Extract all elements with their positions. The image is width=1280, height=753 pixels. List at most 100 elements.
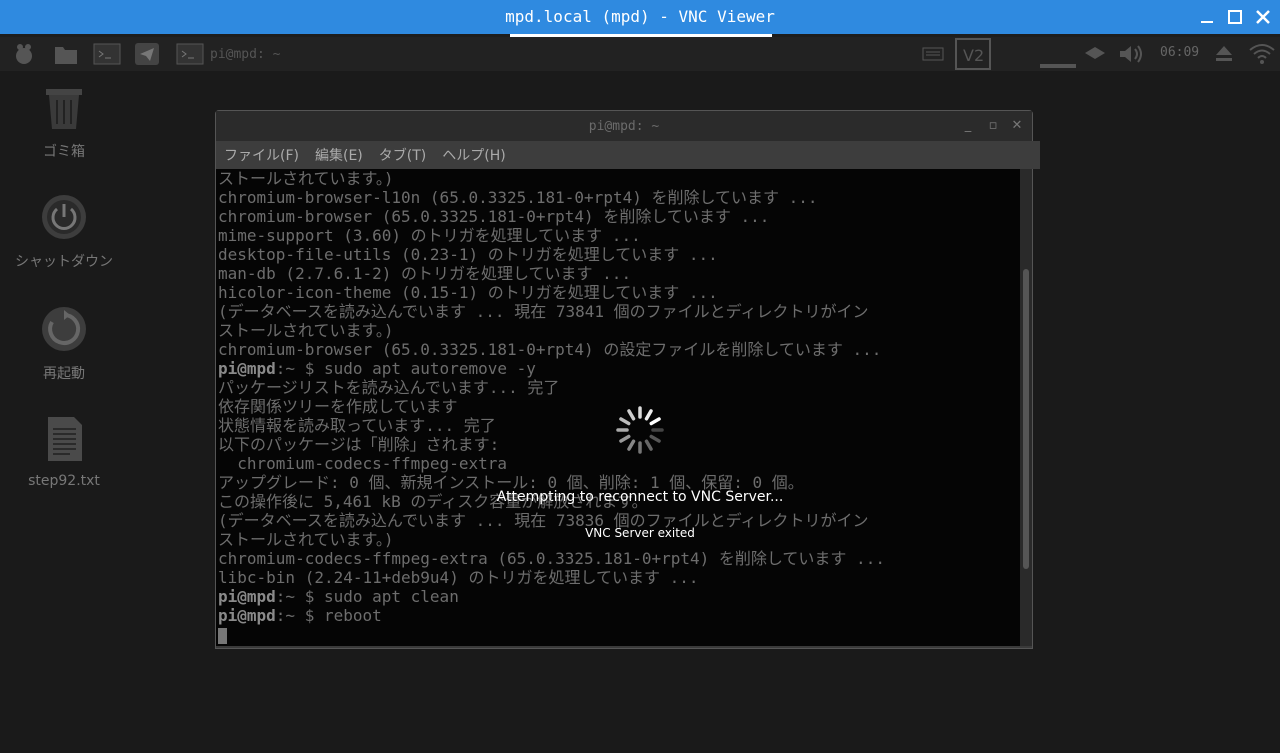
terminal-line: man-db (2.7.6.1-2) のトリガを処理しています ... <box>216 264 1020 283</box>
desktop-shutdown[interactable]: シャットダウン <box>14 193 114 271</box>
terminal-line-text: :~ $ reboot <box>275 606 382 625</box>
terminal-line-text: :~ $ sudo apt clean <box>275 587 459 606</box>
telegram-icon[interactable] <box>133 41 161 67</box>
spinner-segment <box>649 434 661 443</box>
terminal-line-text: libc-bin (2.24-11+deb9u4) のトリガを処理しています .… <box>218 568 699 587</box>
terminal-line-text: 状態情報を読み取っています... 完了 <box>218 416 496 435</box>
terminal-window[interactable]: pi@mpd: ~ _ ▫ ✕ ファイル(F) 編集(E) タブ(T) ヘルプ(… <box>215 110 1040 649</box>
terminal-line-text: (データベースを読み込んでいます ... 現在 73841 個のファイルとディレ… <box>218 302 869 321</box>
terminal-scrollbar[interactable] <box>1020 169 1032 646</box>
desktop-trash[interactable]: ゴミ箱 <box>14 83 114 161</box>
terminal-maximize-icon[interactable]: ▫ <box>986 118 1000 133</box>
prompt-user: pi@mpd <box>218 359 276 378</box>
server-exit-message: VNC Server exited <box>585 526 695 540</box>
terminal-line: desktop-file-utils (0.23-1) のトリガを処理しています… <box>216 245 1020 264</box>
remote-desktop[interactable]: pi@mpd: ~ V2 06:09 ゴミ箱 シャットダウン 再起動 step9… <box>0 37 1280 753</box>
terminal-titlebar[interactable]: pi@mpd: ~ _ ▫ ✕ <box>216 111 1032 141</box>
desktop-icon-label: step92.txt <box>28 473 100 489</box>
spinner-segment <box>619 434 631 443</box>
terminal-line: pi@mpd:~ $ sudo apt clean <box>216 587 1020 606</box>
menu-tabs[interactable]: タブ(T) <box>379 145 426 165</box>
desktop-text-file[interactable]: step92.txt <box>14 415 114 489</box>
terminal-line: chromium-browser (65.0.3325.181-0+rpt4) … <box>216 207 1020 226</box>
desktop-icon-label: 再起動 <box>43 366 85 382</box>
svg-text:V2: V2 <box>963 46 984 65</box>
terminal-line-text: man-db (2.7.6.1-2) のトリガを処理しています ... <box>218 264 632 283</box>
reconnect-message: Attempting to reconnect to VNC Server... <box>496 489 784 505</box>
text-file-icon <box>48 417 82 461</box>
terminal-line-text: desktop-file-utils (0.23-1) のトリガを処理しています… <box>218 245 718 264</box>
spinner-segment <box>649 417 661 426</box>
terminal-line: (データベースを読み込んでいます ... 現在 73841 個のファイルとディレ… <box>216 302 1020 321</box>
terminal-line-text: :~ $ sudo apt autoremove -y <box>275 359 536 378</box>
terminal-line-text: chromium-codecs-ffmpeg-extra <box>218 454 507 473</box>
terminal-close-icon[interactable]: ✕ <box>1010 118 1024 133</box>
desktop-icon-label: シャットダウン <box>15 254 113 270</box>
spinner-segment <box>644 409 653 421</box>
cpu-monitor <box>1040 64 1076 68</box>
file-manager-icon[interactable] <box>52 41 80 67</box>
terminal-line: libc-bin (2.24-11+deb9u4) のトリガを処理しています .… <box>216 568 1020 587</box>
terminal-line-text: chromium-browser-l10n (65.0.3325.181-0+r… <box>218 188 818 207</box>
terminal-line: pi@mpd:~ $ reboot <box>216 606 1020 625</box>
terminal-line: pi@mpd:~ $ sudo apt autoremove -y <box>216 359 1020 378</box>
power-icon <box>42 195 86 239</box>
menu-file[interactable]: ファイル(F) <box>224 145 299 165</box>
desktop-restart[interactable]: 再起動 <box>14 305 114 383</box>
terminal-task-icon <box>176 43 204 65</box>
terminal-line: chromium-browser-l10n (65.0.3325.181-0+r… <box>216 188 1020 207</box>
terminal-line-text: hicolor-icon-theme (0.15-1) のトリガを処理しています… <box>218 283 718 302</box>
terminal-line: パッケージリストを読み込んでいます... 完了 <box>216 378 1020 397</box>
raspberry-menu-icon[interactable] <box>10 41 38 67</box>
close-icon[interactable] <box>1254 8 1272 26</box>
terminal-line-text: mime-support (3.60) のトリガを処理しています ... <box>218 226 641 245</box>
terminal-icon[interactable] <box>93 41 121 67</box>
terminal-line: ストールされています。) <box>216 321 1020 340</box>
terminal-line: chromium-browser (65.0.3325.181-0+rpt4) … <box>216 340 1020 359</box>
terminal-cursor <box>218 627 227 644</box>
terminal-line <box>216 625 1020 644</box>
spinner-segment <box>627 439 636 451</box>
terminal-line: chromium-codecs-ffmpeg-extra (65.0.3325.… <box>216 549 1020 568</box>
terminal-line-text: 依存関係ツリーを作成しています <box>218 397 458 416</box>
maximize-icon[interactable] <box>1226 8 1244 26</box>
terminal-line-text: chromium-codecs-ffmpeg-extra (65.0.3325.… <box>218 549 885 568</box>
terminal-line: hicolor-icon-theme (0.15-1) のトリガを処理しています… <box>216 283 1020 302</box>
loading-spinner-icon <box>616 406 664 454</box>
terminal-line-text: chromium-browser (65.0.3325.181-0+rpt4) … <box>218 340 882 359</box>
terminal-title: pi@mpd: ~ <box>588 119 660 134</box>
taskbar-label: pi@mpd: ~ <box>210 46 281 62</box>
volume-icon[interactable] <box>1117 43 1145 65</box>
prompt-user: pi@mpd <box>218 587 276 606</box>
clock[interactable]: 06:09 <box>1160 45 1199 60</box>
eject-icon[interactable] <box>1213 43 1235 63</box>
terminal-line: mime-support (3.60) のトリガを処理しています ... <box>216 226 1020 245</box>
terminal-menubar: ファイル(F) 編集(E) タブ(T) ヘルプ(H) <box>216 141 1040 169</box>
terminal-line-text: 以下のパッケージは「削除」されます: <box>218 435 500 454</box>
prompt-user: pi@mpd <box>218 606 276 625</box>
menu-edit[interactable]: 編集(E) <box>315 145 363 165</box>
spinner-segment <box>644 439 653 451</box>
terminal-line: chromium-codecs-ffmpeg-extra <box>216 454 1020 473</box>
top-panel: pi@mpd: ~ V2 06:09 <box>0 37 1280 71</box>
vnc-titlebar: mpd.local (mpd) - VNC Viewer <box>0 0 1280 34</box>
terminal-line-text: パッケージリストを読み込んでいます... 完了 <box>218 378 560 397</box>
window-title: mpd.local (mpd) - VNC Viewer <box>505 7 775 26</box>
network-icon[interactable] <box>1083 43 1107 63</box>
trash-icon <box>46 89 82 129</box>
menu-help[interactable]: ヘルプ(H) <box>442 145 505 165</box>
scrollbar-thumb[interactable] <box>1023 269 1029 569</box>
keyboard-icon[interactable] <box>922 45 944 63</box>
desktop-icon-label: ゴミ箱 <box>43 144 85 160</box>
terminal-minimize-icon[interactable]: _ <box>961 118 975 133</box>
vnc-icon[interactable]: V2 <box>955 38 991 70</box>
terminal-line-text: chromium-browser (65.0.3325.181-0+rpt4) … <box>218 207 770 226</box>
wifi-icon[interactable] <box>1248 41 1276 65</box>
spinner-segment <box>627 409 636 421</box>
spinner-segment <box>619 417 631 426</box>
taskbar-terminal[interactable]: pi@mpd: ~ <box>176 41 280 67</box>
minimize-icon[interactable] <box>1198 8 1216 26</box>
terminal-line-text: ストールされています。) <box>218 169 394 188</box>
terminal-line-text: ストールされています。) <box>218 321 394 340</box>
restart-icon <box>42 307 86 351</box>
